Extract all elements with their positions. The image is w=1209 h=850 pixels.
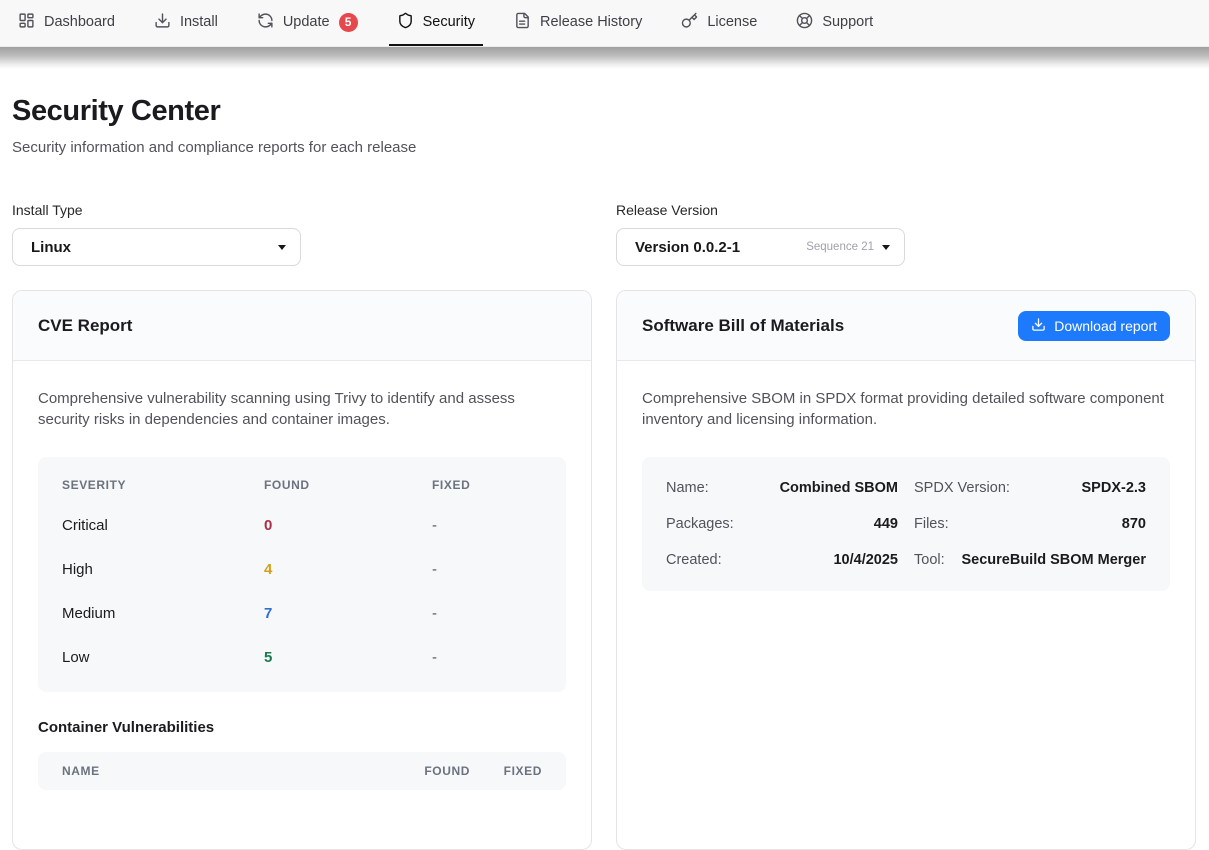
chevron-down-icon [882, 245, 890, 250]
nav-item-label: License [707, 14, 757, 30]
detail-label: Created: [666, 552, 722, 568]
table-row: Critical 0 - [38, 504, 566, 548]
fixed-count: - [432, 561, 542, 578]
detail-value: 449 [874, 516, 898, 532]
severity-label: High [62, 561, 264, 578]
detail-value: SPDX-2.3 [1082, 480, 1146, 496]
update-count-badge: 5 [339, 13, 358, 32]
found-count: 5 [264, 649, 432, 666]
table-row: Medium 7 - [38, 592, 566, 636]
severity-table: SEVERITY FOUND FIXED Critical 0 - High 4… [38, 457, 566, 692]
found-col-header: FOUND [380, 764, 470, 778]
nav-item-label: Security [423, 14, 475, 30]
cve-card-title: CVE Report [38, 316, 132, 336]
download-button-label: Download report [1054, 318, 1157, 334]
fixed-count: - [432, 605, 542, 622]
severity-label: Medium [62, 605, 264, 622]
release-version-filter: Release Version Version 0.0.2-1 Sequence… [616, 202, 1196, 266]
detail-label: SPDX Version: [914, 480, 1010, 496]
page-title: Security Center [12, 95, 1197, 128]
sbom-card: Software Bill of Materials Download repo… [616, 290, 1196, 850]
download-icon [154, 12, 171, 33]
table-row: Packages: 449 Files: 870 [666, 506, 1146, 542]
detail-value: 10/4/2025 [833, 552, 898, 568]
fixed-count: - [432, 517, 542, 534]
key-icon [681, 12, 698, 33]
severity-col-header: SEVERITY [62, 478, 264, 492]
detail-label: Packages: [666, 516, 734, 532]
release-version-label: Release Version [616, 202, 1196, 218]
container-vulnerabilities-title: Container Vulnerabilities [38, 719, 566, 736]
page-subtitle: Security information and compliance repo… [12, 139, 1197, 156]
top-navigation: Dashboard Install Update 5 Security Rele… [0, 0, 1209, 47]
nav-item-support[interactable]: Support [788, 0, 881, 46]
refresh-icon [257, 12, 274, 33]
found-count: 0 [264, 517, 432, 534]
sbom-details-table: Name: Combined SBOM SPDX Version: SPDX-2… [642, 457, 1170, 591]
container-table-header: NAME FOUND FIXED [38, 752, 566, 790]
sbom-card-body: Comprehensive SBOM in SPDX format provid… [617, 361, 1195, 618]
nav-item-label: Install [180, 14, 218, 30]
lifebuoy-icon [796, 12, 813, 33]
report-cards-row: CVE Report Comprehensive vulnerability s… [12, 290, 1197, 850]
shield-icon [397, 12, 414, 33]
release-version-value: Version 0.0.2-1 [635, 239, 740, 256]
nav-item-label: Release History [540, 14, 642, 30]
table-row: Created: 10/4/2025 Tool: SecureBuild SBO… [666, 542, 1146, 578]
nav-item-label: Dashboard [44, 14, 115, 30]
detail-value: SecureBuild SBOM Merger [961, 552, 1146, 568]
filters-row: Install Type Linux Release Version Versi… [12, 202, 1197, 266]
detail-label: Name: [666, 480, 709, 496]
found-col-header: FOUND [264, 478, 432, 492]
severity-table-header: SEVERITY FOUND FIXED [38, 466, 566, 504]
name-col-header: NAME [62, 764, 380, 778]
main-content: Security Center Security information and… [0, 95, 1209, 850]
install-type-select[interactable]: Linux [12, 228, 301, 266]
table-row: High 4 - [38, 548, 566, 592]
fixed-col-header: FIXED [470, 764, 542, 778]
file-text-icon [514, 12, 531, 33]
found-count: 4 [264, 561, 432, 578]
cve-description: Comprehensive vulnerability scanning usi… [38, 388, 566, 431]
nav-item-security[interactable]: Security [389, 0, 483, 46]
download-icon [1031, 317, 1046, 335]
chevron-down-icon [278, 245, 286, 250]
nav-item-update[interactable]: Update 5 [249, 0, 366, 46]
nav-item-release-history[interactable]: Release History [506, 0, 650, 46]
fixed-col-header: FIXED [432, 478, 542, 492]
cve-report-card: CVE Report Comprehensive vulnerability s… [12, 290, 592, 850]
cve-card-header: CVE Report [13, 291, 591, 361]
nav-item-dashboard[interactable]: Dashboard [10, 0, 123, 46]
dashboard-icon [18, 12, 35, 33]
detail-value: Combined SBOM [780, 480, 898, 496]
install-type-label: Install Type [12, 202, 592, 218]
nav-item-label: Update [283, 14, 330, 30]
found-count: 7 [264, 605, 432, 622]
sbom-card-title: Software Bill of Materials [642, 316, 844, 336]
download-report-button[interactable]: Download report [1018, 311, 1170, 341]
header-shadow [0, 47, 1209, 69]
install-type-value: Linux [31, 239, 71, 256]
detail-label: Files: [914, 516, 949, 532]
nav-item-label: Support [822, 14, 873, 30]
detail-label: Tool: [914, 552, 945, 568]
table-row: Low 5 - [38, 636, 566, 680]
detail-value: 870 [1122, 516, 1146, 532]
sbom-description: Comprehensive SBOM in SPDX format provid… [642, 388, 1170, 431]
sequence-label: Sequence 21 [806, 241, 874, 253]
sbom-card-header: Software Bill of Materials Download repo… [617, 291, 1195, 361]
cve-card-body: Comprehensive vulnerability scanning usi… [13, 361, 591, 817]
nav-item-license[interactable]: License [673, 0, 765, 46]
fixed-count: - [432, 649, 542, 666]
nav-item-install[interactable]: Install [146, 0, 226, 46]
release-version-select[interactable]: Version 0.0.2-1 Sequence 21 [616, 228, 905, 266]
install-type-filter: Install Type Linux [12, 202, 592, 266]
table-row: Name: Combined SBOM SPDX Version: SPDX-2… [666, 470, 1146, 506]
severity-label: Low [62, 649, 264, 666]
severity-label: Critical [62, 517, 264, 534]
